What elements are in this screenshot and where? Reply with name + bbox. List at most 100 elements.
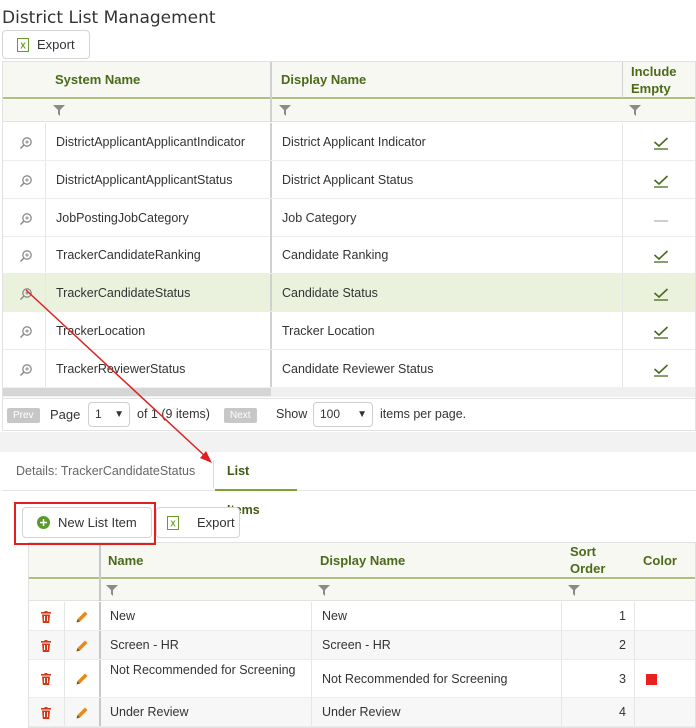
delete-icon[interactable] xyxy=(41,610,51,623)
zoom-icon[interactable] xyxy=(19,173,33,187)
table-row[interactable]: TrackerCandidateRanking Candidate Ranking xyxy=(3,236,695,275)
checkmark-icon xyxy=(653,362,669,377)
highlight-box xyxy=(14,502,156,545)
column-divider xyxy=(622,160,623,198)
filter-icon[interactable] xyxy=(106,585,118,596)
column-divider xyxy=(634,602,635,630)
table-row[interactable]: DistrictApplicantApplicantStatus District… xyxy=(3,160,695,199)
table-row[interactable]: TrackerCandidateStatus Candidate Status xyxy=(3,274,695,313)
display-name-cell: Screen - HR xyxy=(322,638,391,652)
sort-order-line2: Order xyxy=(570,561,606,576)
filter-icon[interactable] xyxy=(568,585,580,596)
name-cell: Under Review xyxy=(110,705,189,719)
export-button[interactable]: X Export xyxy=(2,30,90,59)
column-divider xyxy=(45,274,46,312)
display-name-cell: Not Recommended for Screening xyxy=(322,671,508,686)
checkmark-icon xyxy=(653,324,669,339)
scrollbar-thumb[interactable] xyxy=(3,388,271,396)
column-divider xyxy=(561,698,562,726)
column-divider xyxy=(622,349,623,387)
tab-details[interactable]: Details: TrackerCandidateStatus xyxy=(16,452,195,491)
zoom-icon[interactable] xyxy=(19,362,33,376)
system-name-cell: TrackerCandidateStatus xyxy=(56,286,191,301)
list-items-grid-filter-row xyxy=(29,580,695,601)
next-page-button[interactable]: Next xyxy=(224,408,257,423)
horizontal-scrollbar[interactable] xyxy=(3,387,695,397)
column-header-display-name[interactable]: Display Name xyxy=(320,553,405,568)
sort-order-cell: 2 xyxy=(619,638,626,652)
display-name-cell: New xyxy=(322,609,348,623)
delete-icon[interactable] xyxy=(41,639,51,652)
zoom-icon[interactable] xyxy=(19,135,33,150)
table-row[interactable]: New New 1 xyxy=(29,602,695,631)
per-page-text: items per page. xyxy=(380,407,467,421)
detail-tabs: Details: TrackerCandidateStatus List Ite… xyxy=(2,452,696,517)
column-divider xyxy=(311,660,312,697)
table-row[interactable]: TrackerLocation Tracker Location xyxy=(3,312,695,350)
sort-order-cell: 1 xyxy=(619,609,626,623)
lists-grid: System Name Display Name Include Empty D… xyxy=(2,61,696,431)
list-items-grid: Name Display Name Sort Order Color New Ne… xyxy=(28,542,696,728)
column-divider xyxy=(270,62,272,122)
table-row[interactable]: Screen - HR Screen - HR 2 xyxy=(29,631,695,660)
table-row[interactable]: TrackerReviewerStatus Candidate Reviewer … xyxy=(3,349,695,388)
system-name-cell: DistrictApplicantApplicantIndicator xyxy=(56,135,245,149)
column-divider xyxy=(622,274,623,312)
column-header-display-name[interactable]: Display Name xyxy=(281,72,366,87)
svg-text:X: X xyxy=(170,519,176,528)
filter-icon[interactable] xyxy=(279,105,291,116)
delete-icon[interactable] xyxy=(41,673,51,685)
column-divider xyxy=(99,698,101,726)
lists-grid-header: System Name Display Name Include Empty xyxy=(3,62,695,99)
page-select[interactable]: 1 ▼ xyxy=(88,402,130,427)
delete-icon[interactable] xyxy=(41,706,51,719)
export-items-button[interactable]: X Export xyxy=(156,507,240,538)
column-header-name[interactable]: Name xyxy=(108,553,143,568)
table-row[interactable]: Under Review Under Review 4 xyxy=(29,698,695,727)
filter-icon[interactable] xyxy=(53,105,65,116)
column-header-sort-order[interactable]: Sort Order xyxy=(570,543,605,577)
tab-list-items[interactable]: List Items xyxy=(215,452,297,517)
pencil-icon[interactable] xyxy=(76,707,88,719)
name-cell: Screen - HR xyxy=(110,638,179,652)
dash-icon xyxy=(653,211,669,225)
display-name-cell: District Applicant Status xyxy=(282,172,414,187)
column-header-include-empty[interactable]: Include Empty xyxy=(631,63,677,97)
column-header-color[interactable]: Color xyxy=(643,553,677,568)
column-divider xyxy=(311,631,312,659)
pencil-icon[interactable] xyxy=(76,611,88,623)
pencil-icon[interactable] xyxy=(76,640,88,652)
prev-page-button[interactable]: Prev xyxy=(7,408,40,423)
excel-icon: X xyxy=(17,37,29,52)
zoom-icon[interactable] xyxy=(19,324,33,339)
column-divider xyxy=(622,312,623,349)
filter-icon[interactable] xyxy=(318,585,330,596)
section-divider xyxy=(0,432,696,452)
table-row[interactable]: JobPostingJobCategory Job Category xyxy=(3,198,695,237)
column-divider xyxy=(45,160,46,198)
column-divider xyxy=(561,660,562,697)
page-size-select[interactable]: 100 ▼ xyxy=(313,402,373,427)
column-divider xyxy=(634,631,635,659)
sort-order-cell: 3 xyxy=(619,671,626,686)
page-size-value: 100 xyxy=(320,407,341,421)
column-divider xyxy=(45,312,46,349)
export-label: Export xyxy=(37,37,75,52)
zoom-icon[interactable] xyxy=(19,248,33,263)
column-divider xyxy=(634,698,635,726)
zoom-icon[interactable] xyxy=(19,211,33,225)
column-divider xyxy=(64,602,65,630)
column-divider xyxy=(99,660,101,697)
filter-icon[interactable] xyxy=(629,105,641,116)
zoom-icon[interactable] xyxy=(19,286,33,301)
checkmark-icon xyxy=(653,135,669,150)
table-row[interactable]: DistrictApplicantApplicantIndicator Distr… xyxy=(3,123,695,161)
column-divider xyxy=(270,198,272,236)
column-divider xyxy=(99,631,101,659)
display-name-cell: Candidate Status xyxy=(282,286,378,301)
column-header-system-name[interactable]: System Name xyxy=(55,72,140,87)
show-label: Show xyxy=(276,407,308,421)
name-cell: Not Recommended for Screening xyxy=(110,663,296,677)
table-row[interactable]: Not Recommended for Screening Not Recomme… xyxy=(29,660,695,698)
pencil-icon[interactable] xyxy=(76,673,88,685)
